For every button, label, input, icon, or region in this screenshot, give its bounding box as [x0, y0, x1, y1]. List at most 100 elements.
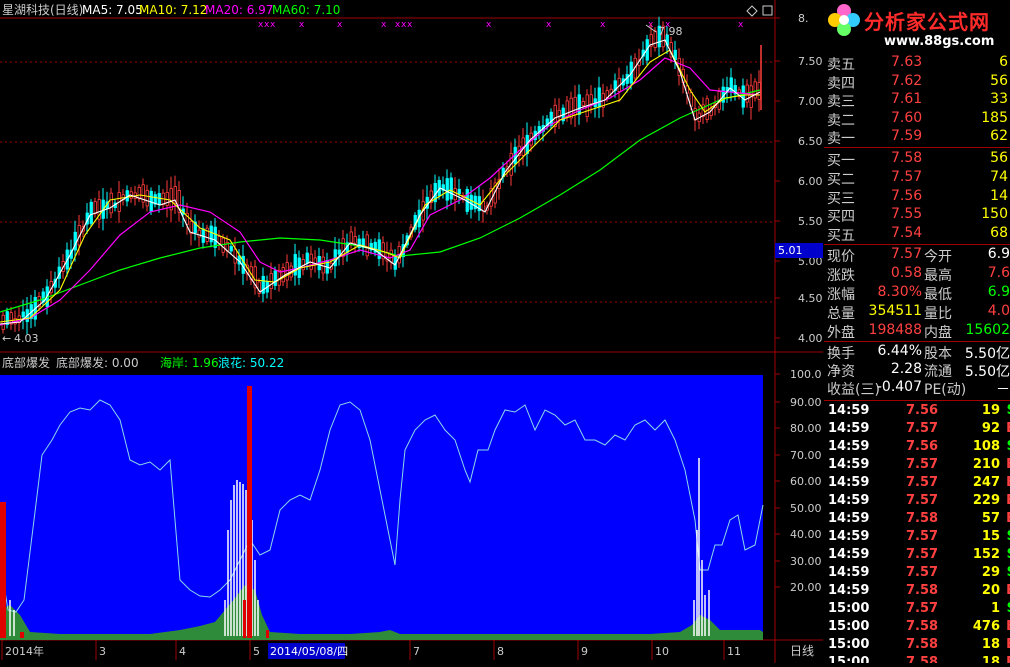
- tick-time: 14:59: [828, 547, 870, 562]
- ask-row[interactable]: 卖四 7.62 56: [824, 73, 1010, 92]
- tick-time: 15:00: [828, 619, 870, 634]
- tick-time: 15:00: [828, 601, 870, 616]
- chart-area[interactable]: 星湖科技(日线) MA5: 7.05 MA10: 7.12 MA20: 6.97…: [0, 0, 823, 663]
- ask-row[interactable]: 卖一 7.59 62: [824, 128, 1010, 147]
- stat-row: 现价 7.57 今开 6.9: [824, 246, 1010, 265]
- tick-row: 14:59 7.57 92 B: [824, 421, 1010, 439]
- bid-label: 买五: [827, 228, 855, 245]
- stat-value: 4.0: [987, 303, 1010, 319]
- ma60-label: MA60: 7.10: [272, 3, 340, 17]
- tick-side: S: [1007, 403, 1010, 418]
- stat-value: 8.30%: [877, 284, 922, 300]
- tick-time: 14:59: [828, 421, 870, 436]
- tick-time: 14:59: [828, 511, 870, 526]
- tick-time: 14:59: [828, 403, 870, 418]
- date-axis-label: 3: [99, 645, 106, 658]
- tick-row: 15:00 7.58 476 B: [824, 619, 1010, 637]
- ask-label: 卖四: [827, 75, 855, 92]
- tick-time: 14:59: [828, 475, 870, 490]
- ask-label: 卖五: [827, 57, 855, 73]
- bid-price: 7.54: [891, 225, 923, 242]
- fund-value: 2.28: [890, 361, 922, 377]
- tick-price: 7.57: [906, 529, 939, 544]
- cursor-date: 2014/05/08/四: [270, 645, 348, 658]
- tick-volume: 18: [981, 637, 1000, 652]
- ask-row[interactable]: 卖三 7.61 33: [824, 91, 1010, 110]
- tick-volume: 108: [972, 439, 1000, 454]
- tick-side: B: [1006, 655, 1010, 663]
- bid-label: 买一: [827, 153, 855, 169]
- logo-title: 分析家公式网: [864, 10, 990, 34]
- tick-price: 7.57: [906, 493, 939, 508]
- fund-row: 净资 2.28 流通 5.50亿: [824, 361, 1010, 380]
- tick-price: 7.57: [906, 547, 939, 562]
- ask-price: 7.60: [891, 109, 923, 126]
- bid-price: 7.55: [891, 206, 923, 223]
- bid-row[interactable]: 买一 7.58 56: [824, 150, 1010, 169]
- ask-label: 卖一: [827, 131, 855, 147]
- tick-price: 7.58: [906, 511, 939, 526]
- fund-value: －: [996, 382, 1010, 398]
- bid-row[interactable]: 买五 7.54 68: [824, 225, 1010, 244]
- tick-price: 7.57: [906, 421, 939, 436]
- tick-time: 14:59: [828, 565, 870, 580]
- site-logo: 分析家公式网 www.88gs.com: [824, 0, 1010, 55]
- bid-label: 买二: [827, 171, 855, 188]
- stat-value: 0.58: [890, 265, 922, 281]
- stat-value: 6.9: [987, 246, 1010, 262]
- bid-row[interactable]: 买二 7.57 74: [824, 169, 1010, 188]
- low-marker-arrow: ←: [2, 332, 11, 345]
- bid-volume: 14: [990, 187, 1008, 204]
- stat-label: 现价: [827, 249, 855, 265]
- svg-text:x: x: [299, 20, 305, 30]
- fund-label: 换手: [827, 346, 855, 362]
- ask-price: 7.63: [891, 54, 923, 70]
- ask-row[interactable]: 卖二 7.60 185: [824, 110, 1010, 129]
- period-label[interactable]: 日线: [790, 644, 814, 658]
- svg-text:x: x: [546, 20, 552, 30]
- fund-label: 收益(三): [827, 382, 880, 398]
- price-axis-label: 4.00: [798, 332, 823, 345]
- tick-side: B: [1006, 493, 1010, 508]
- price-axis: 8.7.507.006.506.005.505.004.504.00: [775, 12, 823, 345]
- tick-time: 14:59: [828, 493, 870, 508]
- stat-value: 354511: [868, 303, 922, 319]
- ask-volume: 62: [990, 128, 1008, 144]
- haian-label: 海岸: 1.96: [160, 355, 219, 370]
- bid-row[interactable]: 买四 7.55 150: [824, 206, 1010, 225]
- tick-side: S: [1007, 547, 1010, 562]
- tick-row: 14:59 7.57 29 S: [824, 565, 1010, 583]
- indicator-panel[interactable]: [0, 375, 763, 640]
- tick-volume: 18: [981, 655, 1000, 663]
- fund-value: 6.44%: [877, 343, 922, 359]
- bid-price: 7.56: [891, 187, 923, 204]
- bid-row[interactable]: 买三 7.56 14: [824, 188, 1010, 207]
- indicator-axis-label: 70.00: [790, 449, 822, 462]
- tick-row: 14:59 7.57 15 S: [824, 529, 1010, 547]
- ask-price: 7.59: [891, 128, 923, 144]
- ma5-label: MA5: 7.05: [82, 3, 143, 17]
- date-axis-label: 9: [581, 645, 588, 658]
- ask-row[interactable]: 卖五 7.63 6: [824, 54, 1010, 73]
- price-axis-label: 7.50: [798, 55, 823, 68]
- ask-price: 7.62: [891, 72, 923, 89]
- price-axis-label: 6.00: [798, 175, 823, 188]
- stat-label: 量比: [924, 306, 952, 322]
- current-price-tag: 5.01: [778, 244, 803, 257]
- tick-row: 14:59 7.58 20 B: [824, 583, 1010, 601]
- stat-label: 内盘: [924, 325, 952, 341]
- tick-row: 14:59 7.58 57 B: [824, 511, 1010, 529]
- tick-side: S: [1007, 529, 1010, 544]
- tick-side: B: [1006, 583, 1010, 598]
- tick-time: 14:59: [828, 583, 870, 598]
- stat-value: 198488: [868, 322, 922, 338]
- price-axis-label: 4.50: [798, 292, 823, 305]
- fund-value: -0.407: [876, 379, 922, 395]
- tick-volume: 247: [972, 475, 1000, 490]
- tick-time: 14:59: [828, 529, 870, 544]
- tick-side: B: [1006, 619, 1010, 634]
- stat-row: 总量 354511 量比 4.0: [824, 303, 1010, 322]
- ask-price: 7.61: [891, 91, 923, 107]
- tick-side: S: [1007, 439, 1010, 454]
- ask-label: 卖三: [827, 94, 855, 110]
